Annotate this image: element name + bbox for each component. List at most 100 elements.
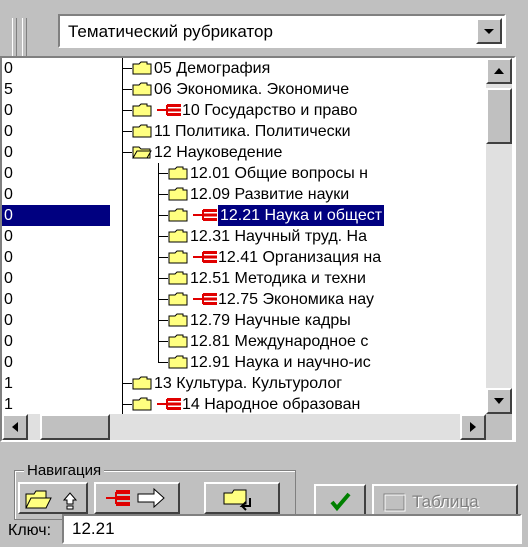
code-cell[interactable]: 0 xyxy=(2,352,110,373)
tree-node[interactable]: 13 Культура. Культуролог xyxy=(114,373,486,394)
checkmark-icon xyxy=(330,492,351,512)
tree-panel: 050000000000000110 05 Демография 06 Эконо… xyxy=(0,56,516,442)
link-tag-icon xyxy=(193,251,217,263)
scroll-down-button[interactable] xyxy=(486,388,512,414)
code-cell[interactable]: 0 xyxy=(2,100,110,121)
folder-icon xyxy=(168,208,188,222)
tree-node-label: 06 Экономика. Экономиче xyxy=(154,81,350,98)
folder-icon xyxy=(132,124,152,138)
folder-up-icon xyxy=(25,490,78,510)
tree-node-label: 12.21 Наука и общест xyxy=(216,204,386,227)
folder-icon xyxy=(132,82,152,96)
code-cell[interactable]: 0 xyxy=(2,121,110,142)
select-folder-button[interactable] xyxy=(204,482,280,514)
tree-node[interactable]: 10 Государство и право xyxy=(114,100,486,121)
tree-node-label: 12.79 Научные кадры xyxy=(190,312,351,329)
tree-node[interactable]: 12 Науковедение xyxy=(114,142,486,163)
tree-node[interactable]: 05 Демография xyxy=(114,58,486,79)
tree-node[interactable]: 11 Политика. Политически xyxy=(114,121,486,142)
rubricator-select[interactable]: Тематический рубрикатор xyxy=(58,14,506,48)
tree-node-label: 12.51 Методика и техни xyxy=(190,270,366,287)
folder-select-icon xyxy=(223,489,251,511)
code-cell[interactable]: 0 xyxy=(2,268,110,289)
folder-icon xyxy=(168,292,188,306)
tree-node[interactable]: 12.75 Экономика нау xyxy=(114,289,486,310)
code-cell[interactable]: 0 xyxy=(2,142,110,163)
folder-open-icon xyxy=(132,146,152,159)
scrollbar-corner xyxy=(486,414,512,440)
tree-node-label: 12.91 Наука и научно-ис xyxy=(190,354,371,371)
code-cell[interactable]: 5 xyxy=(2,79,110,100)
tree-node-label: 10 Государство и право xyxy=(182,102,358,119)
code-cell[interactable]: 0 xyxy=(2,289,110,310)
arrow-left-icon xyxy=(12,422,18,432)
scroll-right-button[interactable] xyxy=(460,414,486,440)
tree-node[interactable]: 12.09 Развитие науки xyxy=(114,184,486,205)
vertical-scroll-thumb[interactable] xyxy=(486,88,512,144)
tree-node[interactable]: 12.91 Наука и научно-ис xyxy=(114,352,486,373)
arrow-up-icon xyxy=(494,68,504,74)
code-column: 050000000000000110 xyxy=(2,58,110,436)
table-button[interactable]: Таблица xyxy=(372,484,518,518)
navigate-forward-button[interactable] xyxy=(94,482,180,514)
ok-button[interactable] xyxy=(314,484,366,518)
folder-icon xyxy=(168,355,188,369)
folder-icon xyxy=(168,250,188,264)
navigate-forward-icon xyxy=(106,487,165,509)
link-tag-icon xyxy=(157,398,181,410)
dropdown-button[interactable] xyxy=(476,18,502,44)
code-cell[interactable]: 0 xyxy=(2,58,110,79)
folder-up-button[interactable] xyxy=(18,482,88,514)
scroll-left-button[interactable] xyxy=(2,414,28,440)
rubricator-select-value: Тематический рубрикатор xyxy=(68,22,273,41)
toolbar-grip[interactable] xyxy=(8,18,38,56)
tree-node[interactable]: 12.41 Организация на xyxy=(114,247,486,268)
tree-node[interactable]: 12.21 Наука и общест xyxy=(114,204,486,227)
folder-icon xyxy=(132,61,152,75)
tree-node[interactable]: 12.79 Научные кадры xyxy=(114,310,486,331)
tree-node-label: 12.31 Научный труд. На xyxy=(190,228,368,245)
tree-node[interactable]: 14 Народное образован xyxy=(114,394,486,414)
folder-icon xyxy=(168,166,188,180)
code-cell[interactable]: 0 xyxy=(2,247,110,268)
tree-node-label: 12.09 Развитие науки xyxy=(190,186,350,203)
tree-node-label: 12.81 Международное с xyxy=(190,333,369,350)
tree-node-label: 14 Народное образован xyxy=(182,396,361,413)
tree-node[interactable]: 12.81 Международное с xyxy=(114,331,486,352)
link-tag-icon xyxy=(193,209,217,221)
vertical-scrollbar[interactable] xyxy=(486,58,512,414)
tree-node-label: 11 Политика. Политически xyxy=(154,123,351,140)
folder-icon xyxy=(168,313,188,327)
folder-icon xyxy=(168,271,188,285)
table-icon xyxy=(383,493,406,512)
code-cell[interactable]: 0 xyxy=(2,226,110,247)
rubric-tree[interactable]: 05 Демография 06 Экономика. Экономиче 10 Г… xyxy=(114,58,486,414)
chevron-down-icon xyxy=(484,29,494,34)
arrow-down-icon xyxy=(494,398,504,404)
scroll-up-button[interactable] xyxy=(486,58,512,84)
horizontal-scrollbar[interactable] xyxy=(2,414,486,440)
tree-node[interactable]: 12.31 Научный труд. На xyxy=(114,226,486,247)
navigation-legend: Навигация xyxy=(24,462,105,479)
tree-node[interactable]: 12.51 Методика и техни xyxy=(114,268,486,289)
tree-node-label: 12.41 Организация на xyxy=(218,249,382,266)
table-button-label: Таблица xyxy=(412,492,479,511)
folder-icon xyxy=(168,229,188,243)
tree-node[interactable]: 06 Экономика. Экономиче xyxy=(114,79,486,100)
tree-node[interactable]: 12.01 Общие вопросы н xyxy=(114,163,486,184)
code-cell[interactable]: 1 xyxy=(2,373,110,394)
code-cell[interactable]: 0 xyxy=(2,331,110,352)
code-cell[interactable]: 1 xyxy=(2,394,110,415)
tree-node-label: 12.01 Общие вопросы н xyxy=(190,165,368,182)
tree-node-label: 13 Культура. Культуролог xyxy=(154,375,343,392)
link-tag-icon xyxy=(193,293,217,305)
tree-node-label: 12.75 Экономика нау xyxy=(218,291,374,308)
code-cell[interactable]: 0 xyxy=(2,184,110,205)
key-input[interactable] xyxy=(62,514,522,544)
code-cell[interactable]: 0 xyxy=(2,163,110,184)
code-cell[interactable]: 0 xyxy=(2,205,110,226)
folder-icon xyxy=(132,376,152,390)
code-cell[interactable]: 0 xyxy=(2,310,110,331)
horizontal-scroll-thumb[interactable] xyxy=(40,414,110,440)
tree-node-label: 05 Демография xyxy=(154,60,271,77)
